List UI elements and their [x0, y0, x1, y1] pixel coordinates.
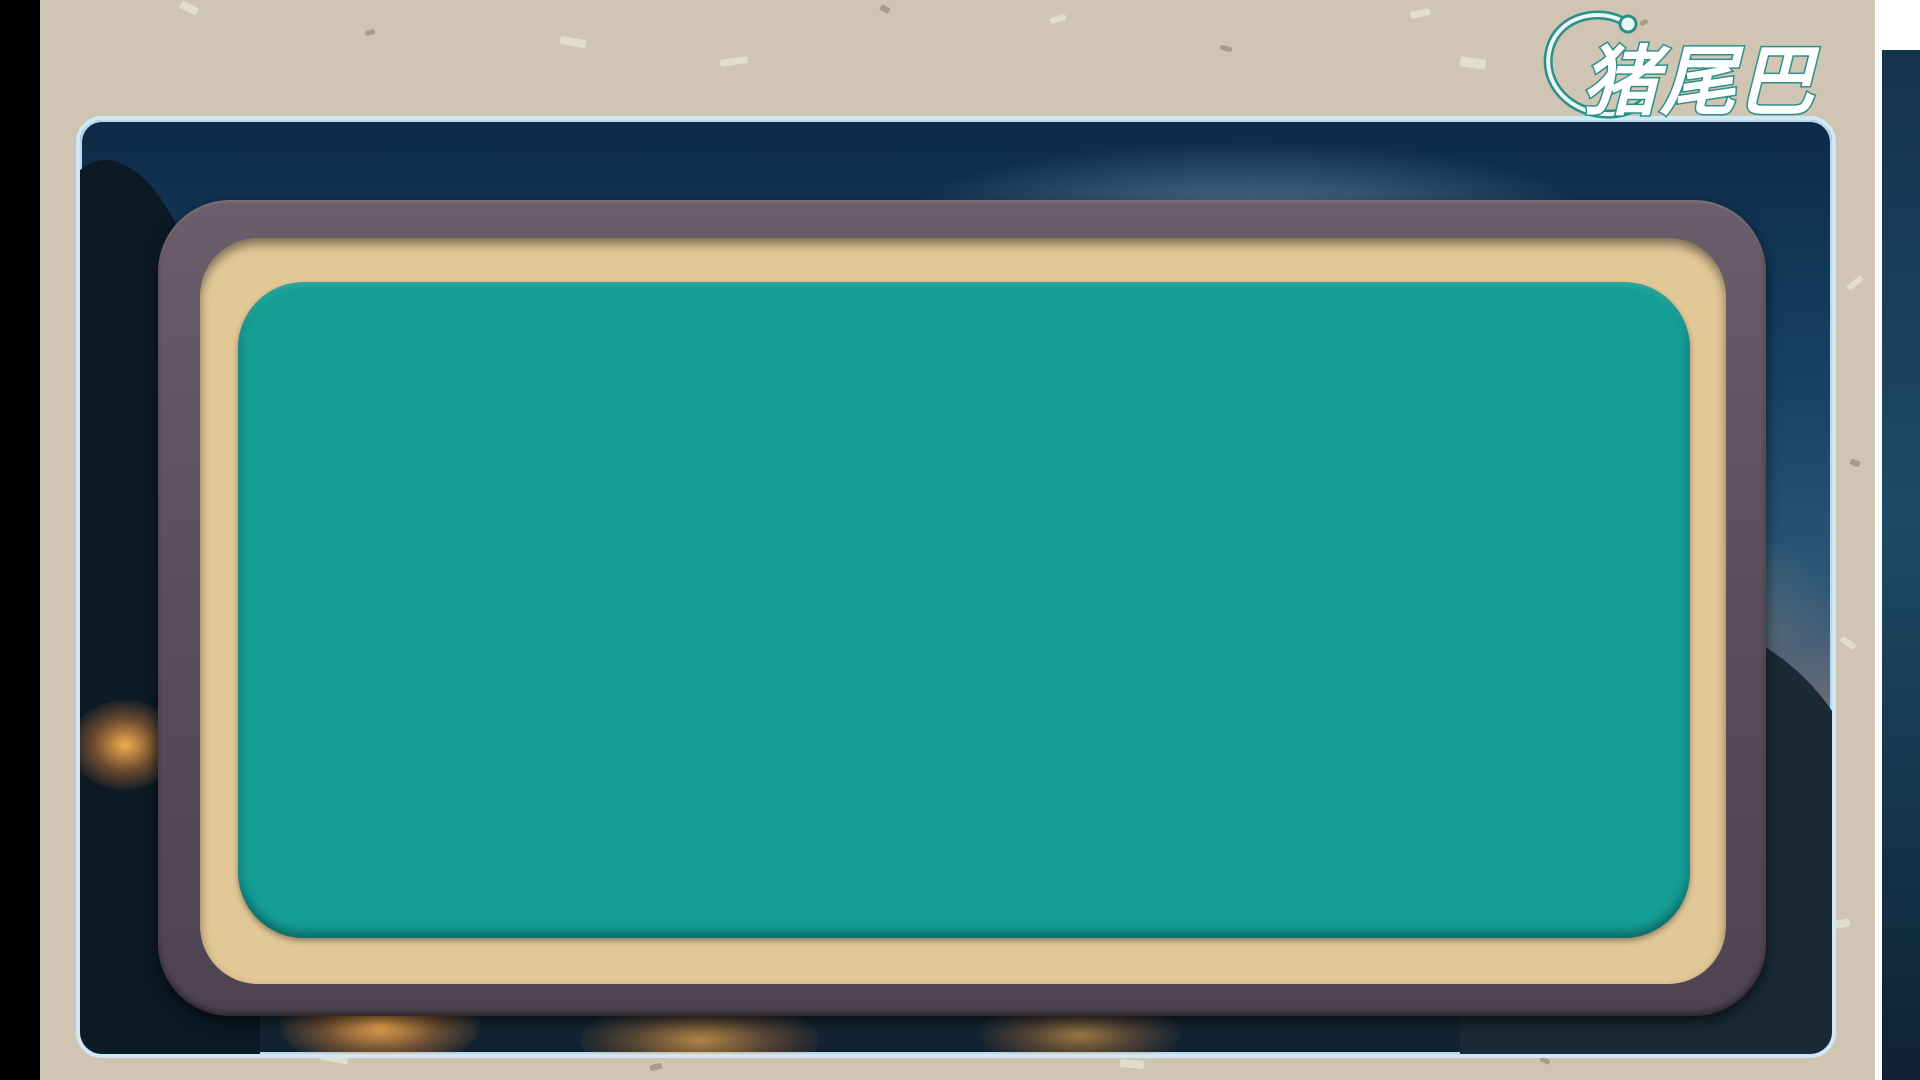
paper-fleck: [719, 56, 749, 67]
paper-fleck: [649, 1062, 663, 1072]
right-edge-scene: [1882, 50, 1920, 1080]
paper-fleck: [1839, 635, 1857, 651]
paper-fleck: [364, 28, 376, 37]
paper-fleck: [559, 35, 587, 49]
paper-fleck: [1846, 274, 1864, 292]
left-letterbox: [0, 0, 40, 1080]
paper-fleck: [1049, 13, 1067, 25]
paper-fleck: [1849, 458, 1861, 468]
content-panel: [238, 282, 1690, 938]
paper-fleck: [879, 3, 891, 15]
brand-logo-text: 猪尾巴: [1581, 36, 1816, 128]
paper-fleck: [1119, 1058, 1145, 1070]
paper-fleck: [179, 0, 199, 16]
paper-fleck: [1219, 44, 1233, 53]
paper-fleck: [1459, 56, 1487, 70]
brand-logo: 猪尾巴: [1532, 4, 1832, 130]
paper-fleck: [1409, 7, 1431, 20]
